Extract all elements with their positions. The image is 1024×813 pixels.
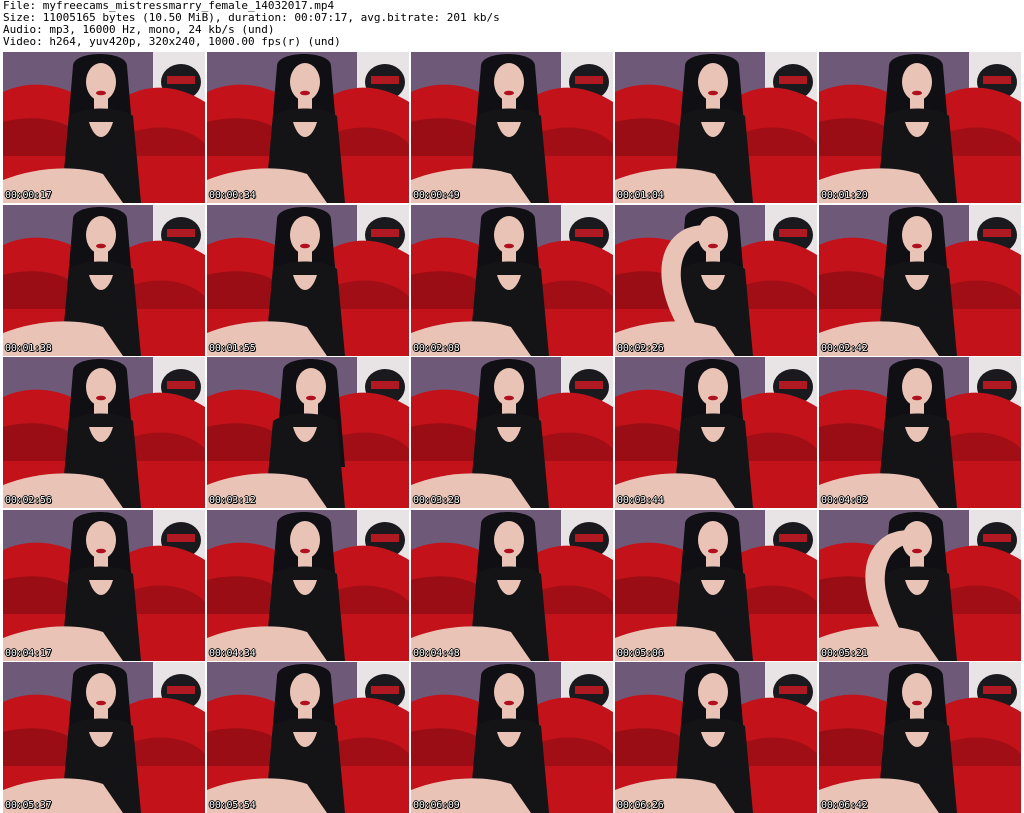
video-thumbnail: 00:01:38 xyxy=(3,205,205,356)
thumbnail-timestamp: 00:04:48 xyxy=(413,648,460,659)
thumbnail-timestamp: 00:00:17 xyxy=(5,190,52,201)
thumbnail-timestamp: 00:02:08 xyxy=(413,343,460,354)
thumbnail-scene xyxy=(411,662,613,813)
video-thumbnail: 00:00:34 xyxy=(207,52,409,203)
video-thumbnail: 00:04:48 xyxy=(411,510,613,661)
video-thumbnail: 00:04:17 xyxy=(3,510,205,661)
thumbnail-scene xyxy=(819,52,1021,203)
thumbnail-scene xyxy=(207,662,409,813)
thumbnail-scene xyxy=(207,357,409,508)
video-thumbnail: 00:02:42 xyxy=(819,205,1021,356)
thumbnail-timestamp: 00:05:37 xyxy=(5,800,52,811)
thumbnail-timestamp: 00:04:02 xyxy=(821,495,868,506)
thumbnail-timestamp: 00:05:06 xyxy=(617,648,664,659)
thumbnail-scene xyxy=(3,52,205,203)
video-thumbnail: 00:02:26 xyxy=(615,205,817,356)
thumbnail-scene xyxy=(411,510,613,661)
thumbnail-scene xyxy=(615,205,817,356)
video-thumbnail: 00:03:44 xyxy=(615,357,817,508)
thumbnail-scene xyxy=(615,357,817,508)
thumbnail-scene xyxy=(3,205,205,356)
video-thumbnail: 00:05:37 xyxy=(3,662,205,813)
thumbnail-scene xyxy=(411,205,613,356)
thumbnail-timestamp: 00:05:54 xyxy=(209,800,256,811)
video-thumbnail: 00:06:26 xyxy=(615,662,817,813)
video-thumbnail: 00:04:34 xyxy=(207,510,409,661)
thumbnail-scene xyxy=(615,510,817,661)
thumbnail-timestamp: 00:06:42 xyxy=(821,800,868,811)
video-thumbnail: 00:05:21 xyxy=(819,510,1021,661)
video-thumbnail: 00:02:08 xyxy=(411,205,613,356)
thumbnail-timestamp: 00:03:44 xyxy=(617,495,664,506)
video-thumbnail: 00:00:49 xyxy=(411,52,613,203)
thumbnail-timestamp: 00:01:55 xyxy=(209,343,256,354)
thumbnail-timestamp: 00:06:09 xyxy=(413,800,460,811)
thumbnail-timestamp: 00:02:42 xyxy=(821,343,868,354)
thumbnail-scene xyxy=(411,357,613,508)
video-thumbnail: 00:01:55 xyxy=(207,205,409,356)
thumbnail-scene xyxy=(615,662,817,813)
video-thumbnail: 00:01:20 xyxy=(819,52,1021,203)
video-info-line: Video: h264, yuv420p, 320x240, 1000.00 f… xyxy=(3,35,341,48)
thumbnail-timestamp: 00:05:21 xyxy=(821,648,868,659)
thumbnail-scene xyxy=(207,52,409,203)
thumbnail-timestamp: 00:04:34 xyxy=(209,648,256,659)
thumbnail-timestamp: 00:01:20 xyxy=(821,190,868,201)
video-thumbnail: 00:05:54 xyxy=(207,662,409,813)
thumbnail-timestamp: 00:02:56 xyxy=(5,495,52,506)
thumbnail-timestamp: 00:03:28 xyxy=(413,495,460,506)
thumbnail-scene xyxy=(3,357,205,508)
thumbnail-timestamp: 00:04:17 xyxy=(5,648,52,659)
thumbnail-scene xyxy=(207,510,409,661)
file-info-header: File: myfreecams_mistressmarry_female_14… xyxy=(3,0,1021,48)
thumbnail-timestamp: 00:03:12 xyxy=(209,495,256,506)
thumbnail-timestamp: 00:00:34 xyxy=(209,190,256,201)
video-thumbnail: 00:05:06 xyxy=(615,510,817,661)
thumbnail-scene xyxy=(207,205,409,356)
thumbnail-scene xyxy=(819,510,1021,661)
thumbnail-scene xyxy=(3,662,205,813)
thumbnail-timestamp: 00:06:26 xyxy=(617,800,664,811)
video-thumbnail: 00:03:12 xyxy=(207,357,409,508)
thumbnail-scene xyxy=(819,662,1021,813)
video-thumbnail: 00:06:42 xyxy=(819,662,1021,813)
thumbnail-scene xyxy=(3,510,205,661)
video-thumbnail: 00:06:09 xyxy=(411,662,613,813)
video-thumbnail: 00:03:28 xyxy=(411,357,613,508)
video-thumbnail: 00:04:02 xyxy=(819,357,1021,508)
thumbnail-scene xyxy=(819,357,1021,508)
thumbnail-timestamp: 00:00:49 xyxy=(413,190,460,201)
thumbnail-scene xyxy=(819,205,1021,356)
video-thumbnail: 00:00:17 xyxy=(3,52,205,203)
thumbnail-scene xyxy=(411,52,613,203)
thumbnail-timestamp: 00:01:04 xyxy=(617,190,664,201)
video-thumbnail: 00:01:04 xyxy=(615,52,817,203)
thumbnail-timestamp: 00:02:26 xyxy=(617,343,664,354)
video-thumbnail: 00:02:56 xyxy=(3,357,205,508)
thumbnail-timestamp: 00:01:38 xyxy=(5,343,52,354)
thumbnail-scene xyxy=(615,52,817,203)
